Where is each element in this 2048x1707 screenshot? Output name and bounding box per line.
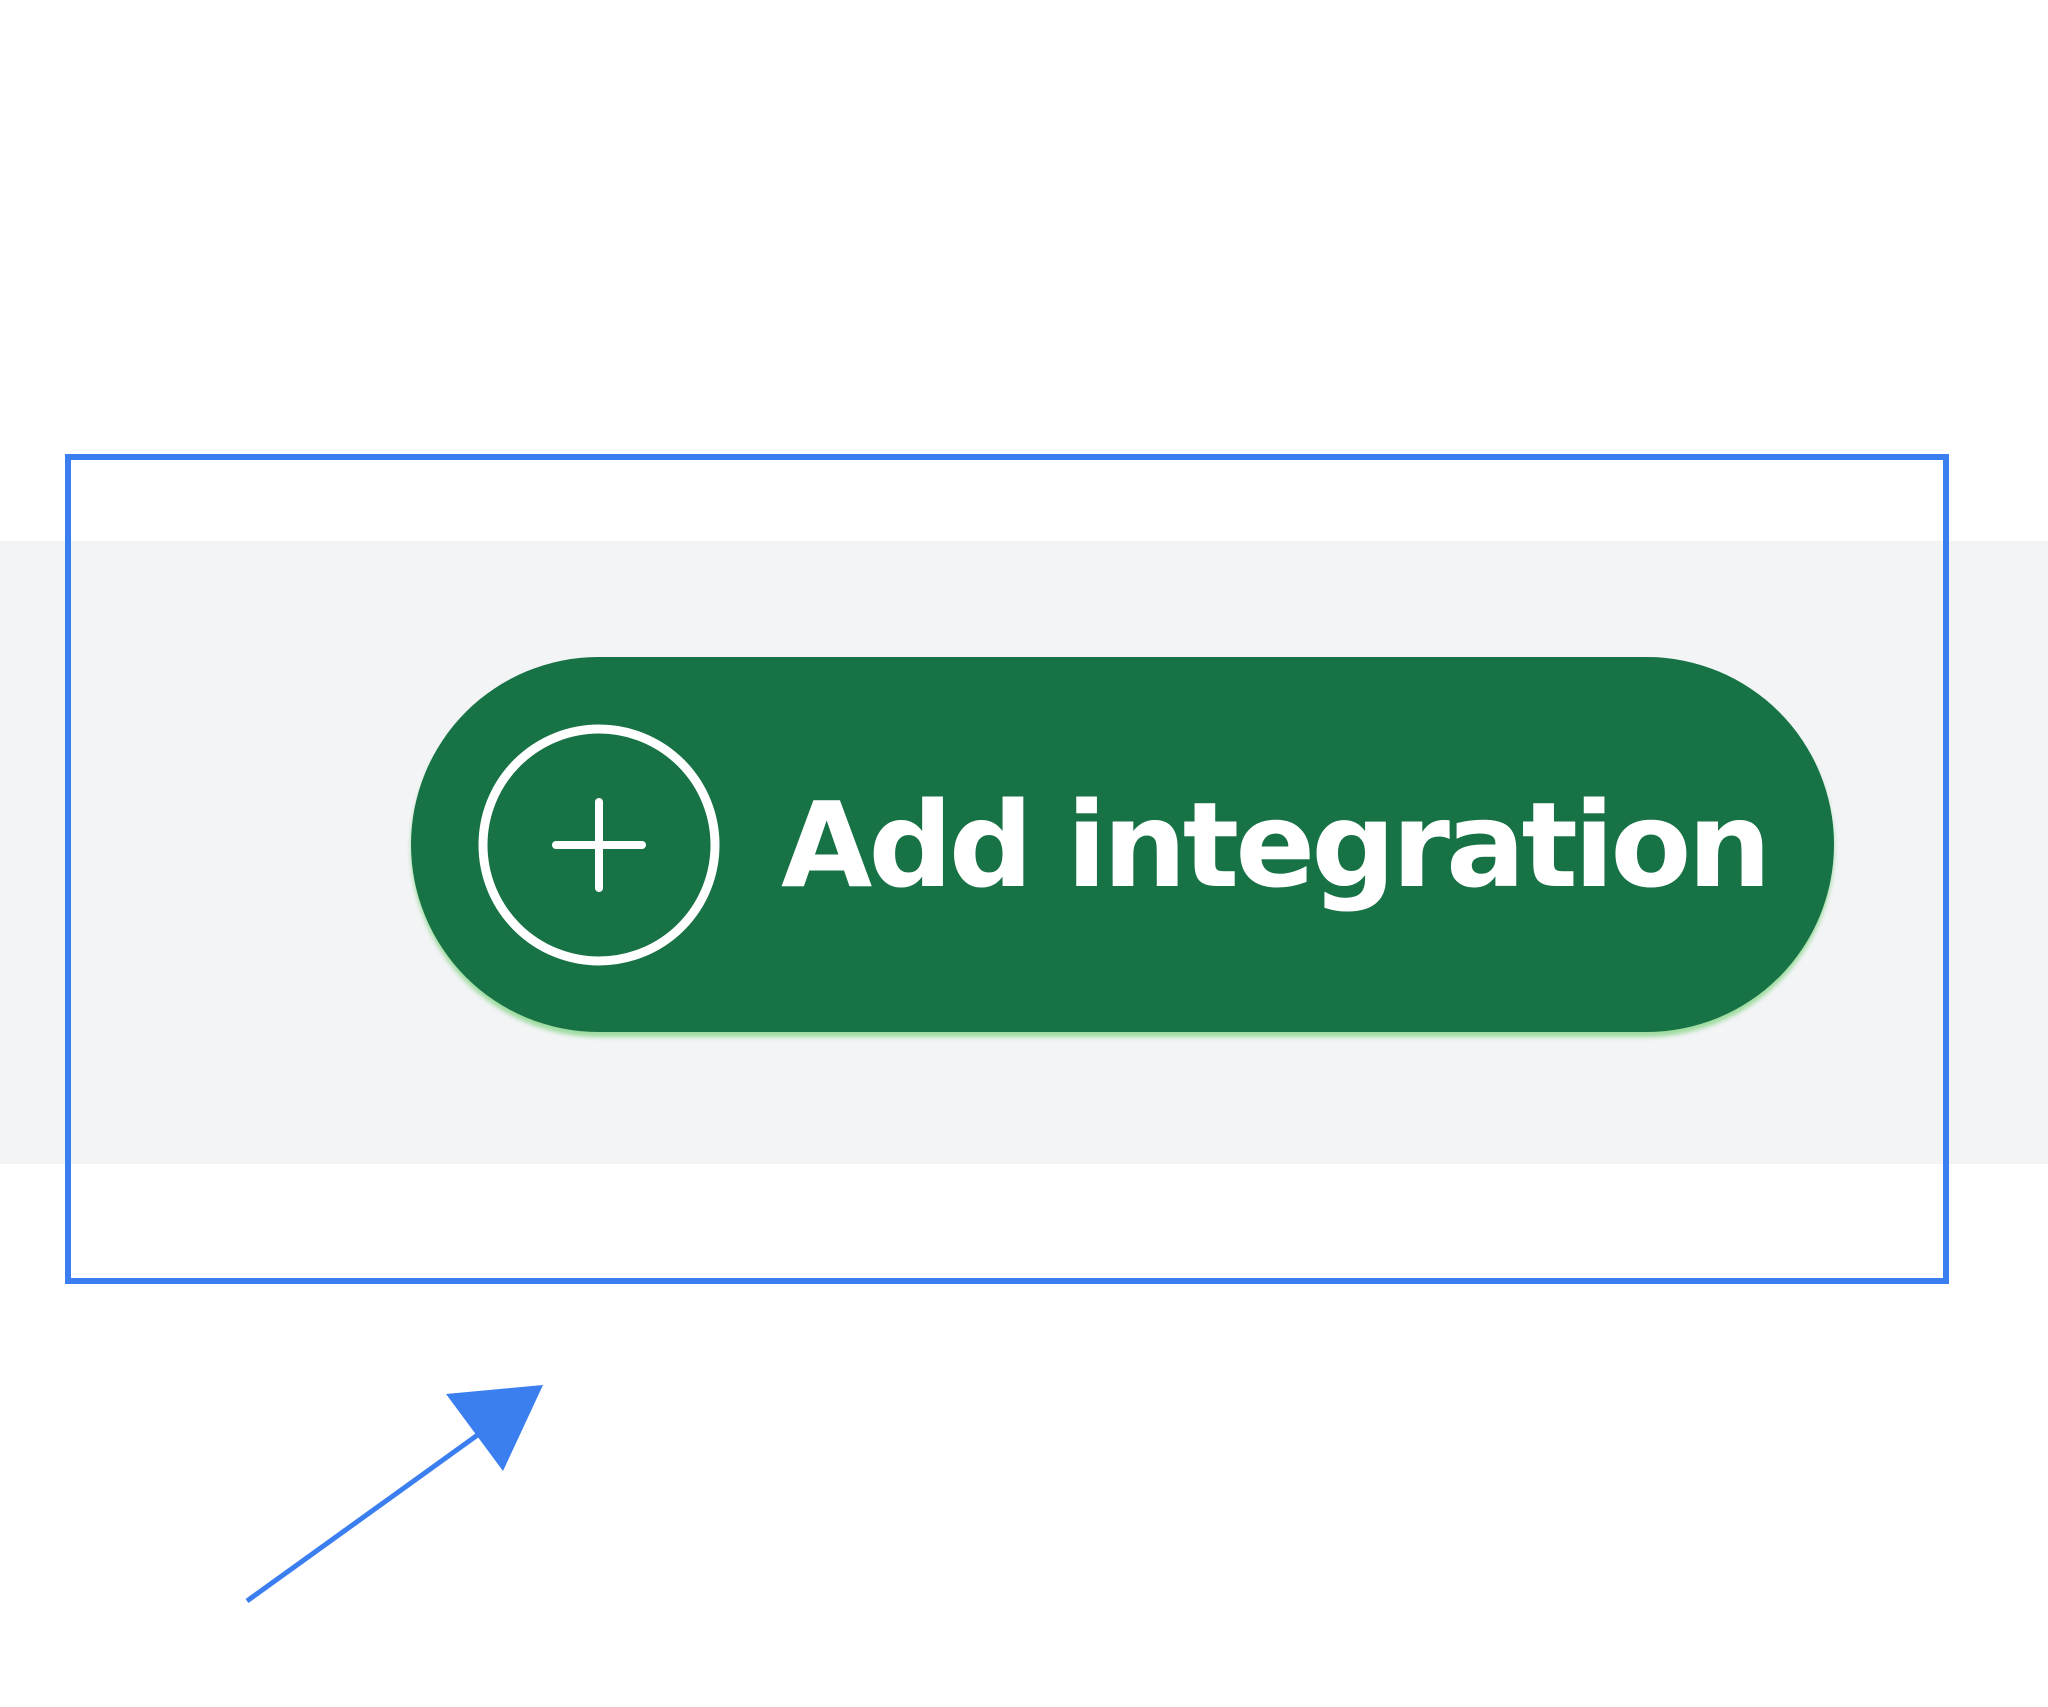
page: Add integration [0,0,2048,1707]
add-integration-label: Add integration [781,775,1771,914]
add-integration-button[interactable]: Add integration [411,657,1834,1032]
plus-circle-icon [478,724,720,965]
